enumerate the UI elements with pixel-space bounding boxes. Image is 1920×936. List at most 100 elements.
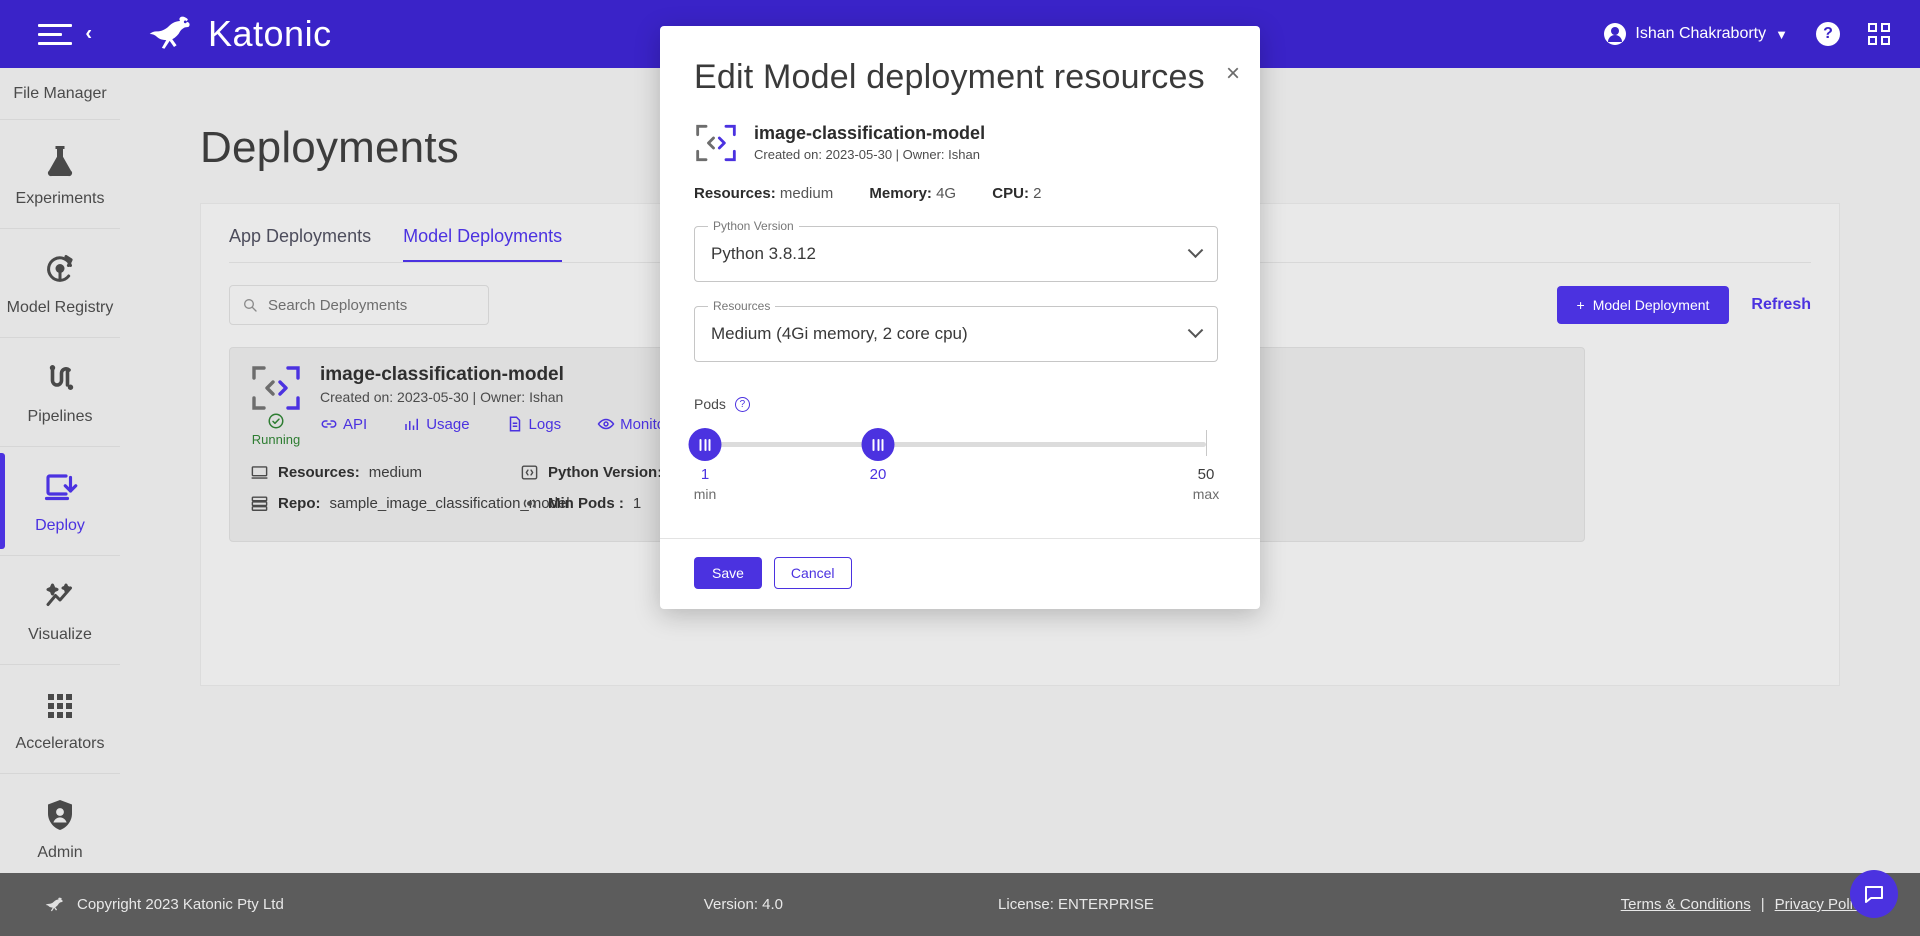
field-label: Python Version [708,219,799,233]
copyright-text: Copyright 2023 Katonic Pty Ltd [77,896,284,913]
sidebar-item-label: Model Registry [6,298,114,316]
slider-min-caption: min [693,486,717,502]
license-text: License: ENTERPRISE [998,896,1154,913]
avatar [1604,23,1627,45]
menu-collapse-icon[interactable]: ‹ [38,22,96,45]
tab-app-deployments[interactable]: App Deployments [229,226,371,263]
action-label: Usage [426,415,470,433]
slider-min-value: 1 [700,466,710,483]
field-label: Resources [708,299,776,313]
flask-icon [40,141,80,181]
sidebar-item-label: Admin [37,843,83,861]
search-icon [244,299,257,312]
fullscreen-icon[interactable] [1868,23,1890,45]
bar-chart-icon [405,418,419,430]
sidebar-item-label: Pipelines [27,407,93,425]
button-label: Model Deployment [1592,297,1710,313]
summary-label: CPU: [992,185,1029,202]
model-registry-icon [40,250,80,290]
modal-model-subtitle: Created on: 2023-05-30 | Owner: Ishan [754,147,980,162]
slider-handle-max[interactable] [861,428,895,461]
server-icon [251,496,268,511]
meta-value: medium [368,464,423,481]
slider-track [694,442,1206,447]
chat-bubble-icon[interactable] [1850,870,1898,918]
summary-label: Resources: [694,185,776,202]
user-menu[interactable]: Ishan Chakraborty ▼ [1604,23,1788,45]
meta-label: Resources: [278,464,360,481]
user-name: Ishan Chakraborty [1635,25,1767,42]
slider-handle-min[interactable] [688,428,722,461]
summary-value: 2 [1033,185,1042,202]
resource-summary: Resources: medium Memory: 4G CPU: 2 [694,185,1218,202]
slider-max-value: 20 [869,466,887,483]
slider-max-caption: max [1192,486,1220,502]
meta-resources: Resources: medium [250,463,520,482]
brand-name: Katonic [208,13,332,54]
usage-button[interactable]: Usage [403,415,470,433]
chevron-down-icon [1187,241,1204,258]
slider-end-value: 50 [1197,466,1215,483]
link-separator: | [1760,896,1765,913]
logs-button[interactable]: Logs [506,415,562,433]
plus-icon: + [1576,297,1585,313]
python-version-select[interactable]: Python Version Python 3.8.12 [694,219,1218,282]
close-icon[interactable]: × [1226,62,1240,86]
refresh-button[interactable]: Refresh [1751,296,1811,314]
check-circle-icon [268,413,284,429]
tab-label: Model Deployments [403,226,563,246]
model-code-icon [252,366,300,410]
meta-label: Repo: [278,495,321,512]
footer-bar: Copyright 2023 Katonic Pty Ltd Version: … [0,873,1920,936]
save-button[interactable]: Save [694,557,762,589]
sidebar-item-file-manager[interactable]: File Manager [0,68,120,120]
sidebar-item-label: Deploy [35,516,85,534]
field-value: Python 3.8.12 [711,244,816,263]
resources-select[interactable]: Resources Medium (4Gi memory, 2 core cpu… [694,299,1218,362]
link-icon [321,420,337,428]
pods-range-slider[interactable]: 1 min 20 50 max [688,428,1220,516]
pipelines-icon [40,359,80,399]
shield-person-icon [40,795,80,835]
field-value: Medium (4Gi memory, 2 core cpu) [711,324,968,343]
edit-resources-modal: × Edit Model deployment resources image-… [660,26,1260,609]
sidebar-item-admin[interactable]: Admin [0,774,120,883]
chevron-down-icon: ▼ [1775,26,1788,42]
search-input[interactable]: Search Deployments [229,285,489,325]
tab-model-deployments[interactable]: Model Deployments [403,226,563,263]
kangaroo-logo-icon [149,16,190,49]
cancel-button[interactable]: Cancel [773,557,852,589]
terms-link[interactable]: Terms & Conditions [1621,896,1751,913]
monitor-icon [251,466,268,479]
sidebar: File Manager Experiments Model Registry [0,68,120,883]
deploy-icon [40,468,80,508]
sidebar-item-pipelines[interactable]: Pipelines [0,338,120,447]
sidebar-item-model-registry[interactable]: Model Registry [0,229,120,338]
eye-icon [597,418,615,430]
add-model-deployment-button[interactable]: + Model Deployment [1556,286,1730,324]
chevron-left-icon: ‹ [85,22,92,45]
sidebar-item-visualize[interactable]: Visualize [0,556,120,665]
help-circle-icon[interactable]: ? [734,396,750,412]
api-button[interactable]: API [320,415,367,433]
modal-model-name: image-classification-model [754,123,986,143]
sidebar-item-label: Accelerators [15,734,105,752]
status-label: Running [251,432,301,447]
meta-repo: Repo: sample_image_classification_model [250,494,570,513]
version-text: Version: 4.0 [703,896,784,913]
sidebar-item-experiments[interactable]: Experiments [0,120,120,229]
action-label: Logs [528,415,562,433]
action-label: API [343,415,368,433]
search-placeholder: Search Deployments [268,296,408,314]
chat-icon [1865,886,1883,903]
sidebar-item-accelerators[interactable]: Accelerators [0,665,120,774]
sidebar-item-label: Visualize [28,625,92,643]
slider-end-tick [1206,430,1207,456]
kangaroo-logo-icon [45,897,63,911]
help-icon[interactable]: ? [1816,22,1840,46]
sparkle-chart-icon [40,577,80,617]
pods-icon [523,499,536,508]
status-badge: Running [250,412,302,447]
brand-logo-group: Katonic [148,13,332,55]
sidebar-item-deploy[interactable]: Deploy [0,447,120,556]
